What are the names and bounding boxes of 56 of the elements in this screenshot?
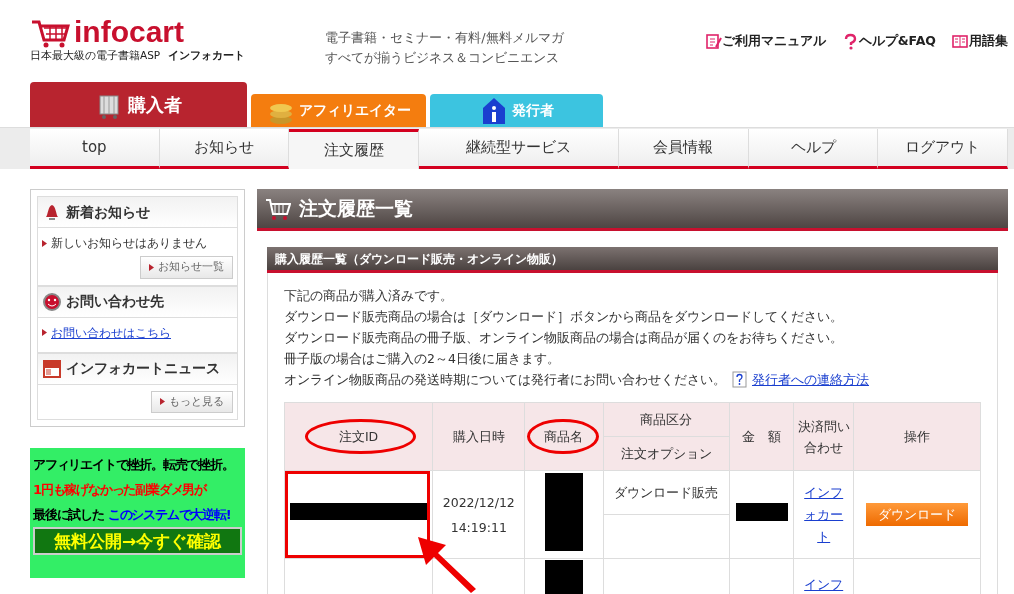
column-header: 注文ID [284,402,433,471]
header-link[interactable]: ご利用マニュアル [704,32,826,51]
time-text: 14:19:11 [449,518,508,537]
notice-text: ダウンロード販売商品の冊子版、オンライン物販商品の場合は商品が届くのをお待ちください。 [284,329,843,347]
nav-tab[interactable]: 注文履歴 [289,129,419,169]
banner-cta-button[interactable]: 無料公開→今すぐ確認 [33,527,242,555]
triangle-icon [160,398,165,406]
logo-subtitle: インフォカート [168,48,246,63]
logo-tagline: 日本最大級の電子書籍ASP [30,48,161,63]
tagline-text: 電子書籍・セミナー・有料/無料メルマガ [325,29,564,47]
book-icon [952,32,969,50]
tagline-text: すべてが揃うビジネス＆コンビニエンス [325,49,561,67]
banner-text: 最後に試した [33,506,104,524]
more-button[interactable]: もっと見る [151,390,233,413]
section-title: お問い合わせ先 [66,292,164,311]
contact-method-link[interactable]: 発行者への連絡方法 [752,369,869,390]
notice-text: ダウンロード販売商品の場合は［ダウンロード］ボタンから商品をダウンロードしてください。 [284,308,843,326]
column-header: 商品名 [524,402,604,471]
column-header: 注文オプション [603,436,730,471]
banner-text: アフィリエイトで挫折。転売で挫折。 [33,456,234,474]
banner-text: このシステムで大逆転! [107,506,231,524]
headset-icon [42,291,62,312]
notice-text: 下記の商品が購入済みです。 [284,287,453,305]
notice-text: 新しいお知らせはありません [51,235,207,252]
help-icon [732,370,748,389]
nav-tab[interactable]: ログアウト [878,129,1008,169]
nav-tab[interactable]: 継続型サービス [418,129,620,169]
nav-tab[interactable]: 会員情報 [619,129,749,169]
section-title: 新着お知らせ [66,202,150,222]
notice-text: オンライン物販商品の発送時期については発行者にお問い合わせください。 [284,371,726,389]
category-text: ダウンロード販売 [614,485,719,500]
date-text: 2022/12/12 [441,493,516,512]
column-header: 決済問い合わせ [793,402,854,471]
triangle-icon [42,329,47,336]
header-link[interactable]: ヘルプ&FAQ [841,32,936,51]
column-header: 購入日時 [432,402,525,471]
banner-text: 1円も稼げなかった副業ダメ男が [33,481,207,499]
triangle-icon [42,239,47,247]
logo-text: infocart [74,17,184,47]
notice-text: 冊子版の場合はご購入の2～4日後に届きます。 [284,350,560,368]
section-title: インフォカートニュース [66,359,220,378]
page-title: 注文履歴一覧 [299,196,413,222]
header-link[interactable]: 用語集 [952,32,1008,51]
column-header: 操作 [853,402,981,471]
role-tab[interactable]: 購入者 [30,82,247,127]
panel-title: 購入履歴一覧（ダウンロード販売・オンライン物販） [275,250,563,268]
nav-tab[interactable]: ヘルプ [748,129,879,169]
document-icon [704,32,722,50]
triangle-icon [149,263,154,271]
nav-tab[interactable]: top [30,129,160,169]
more-button[interactable]: お知らせ一覧 [140,256,233,279]
column-header: 金 額 [729,402,794,471]
ad-banner[interactable]: アフィリエイトで挫折。転売で挫折。 1円も稼げなかった副業ダメ男が 最後に試した このシステムで大逆転! 無料公開→今すぐ確認 [30,448,245,578]
news-icon [42,358,62,379]
nav-tab[interactable]: お知らせ [159,129,290,169]
column-header: 商品区分 [603,402,730,437]
